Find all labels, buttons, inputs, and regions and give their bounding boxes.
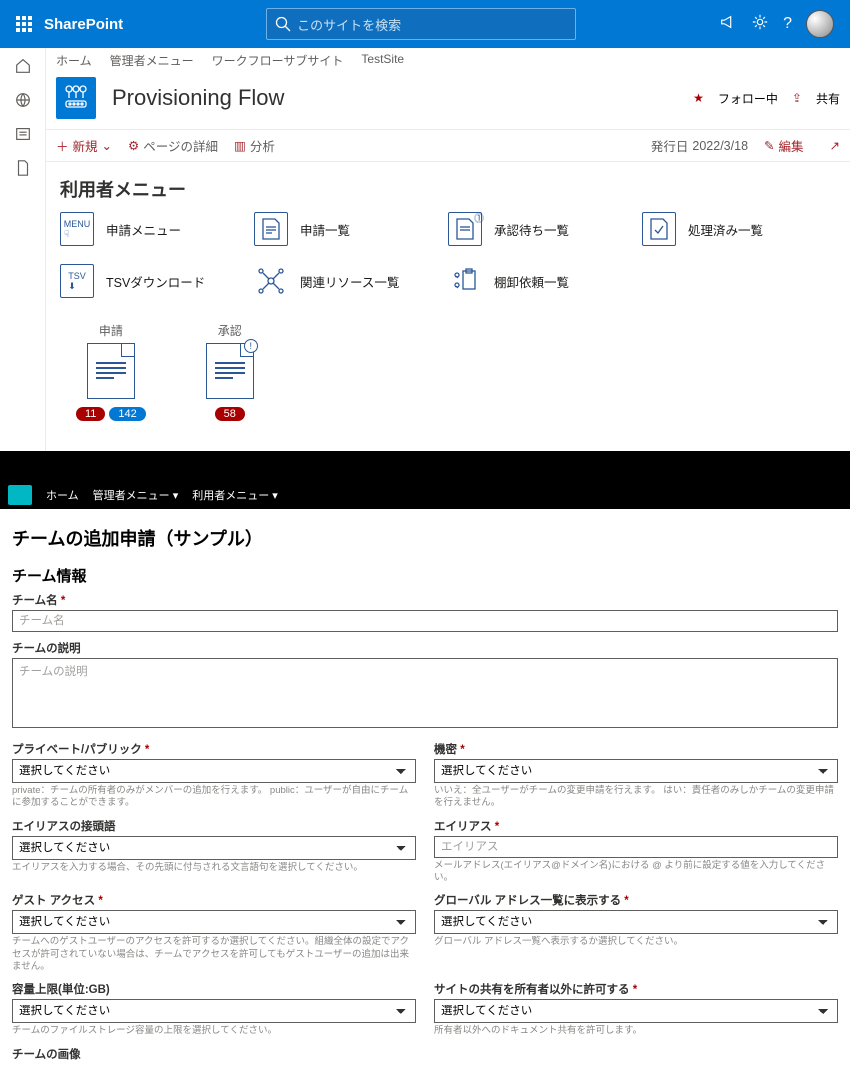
guest-help: チームへのゲストユーザーのアクセスを許可するか選択してください。組織全体の設定で… bbox=[12, 936, 416, 973]
privacy-select[interactable]: 選択してください bbox=[12, 759, 416, 783]
secret-select[interactable]: 選択してください bbox=[434, 759, 838, 783]
search-icon bbox=[275, 16, 291, 32]
gear-icon: ⚙ bbox=[128, 138, 139, 153]
pencil-icon: ✎ bbox=[764, 138, 774, 153]
guest-select[interactable]: 選択してください bbox=[12, 910, 416, 934]
new-button[interactable]: ＋ 新規 ⌄ bbox=[56, 136, 112, 155]
site-logo-small bbox=[8, 485, 32, 505]
gear-icon[interactable] bbox=[751, 13, 769, 36]
alias-help: メールアドレス(エイリアス@ドメイン名)における @ より前に設定する値を入力し… bbox=[434, 860, 838, 885]
crumb-admin-menu[interactable]: 管理者メニュー ▾ bbox=[93, 487, 179, 503]
secret-label: 機密 * bbox=[434, 741, 838, 757]
capacity-label: 容量上限(単位:GB) bbox=[12, 981, 416, 997]
menu-apply[interactable]: MENU☟申請メニュー bbox=[60, 212, 254, 246]
doc-icon bbox=[254, 212, 288, 246]
expand-icon[interactable]: ↗ bbox=[830, 138, 840, 153]
privacy-help: private：チームの所有者のみがメンバーの追加を行えます。 public：ユ… bbox=[12, 785, 416, 810]
star-icon: ★ bbox=[693, 91, 704, 105]
alias-label: エイリアス * bbox=[434, 818, 838, 834]
tsv-icon: TSV⬇ bbox=[60, 264, 94, 298]
app-launcher-icon[interactable] bbox=[8, 8, 40, 40]
doc-check-icon bbox=[642, 212, 676, 246]
follow-button[interactable]: フォロー中 bbox=[718, 90, 778, 107]
gal-label: グローバル アドレス一覧に表示する * bbox=[434, 892, 838, 908]
menu-apply-list[interactable]: 申請一覧 bbox=[254, 212, 448, 246]
alias-prefix-label: エイリアスの接頭語 bbox=[12, 818, 416, 834]
page-title: Provisioning Flow bbox=[112, 85, 284, 111]
alias-prefix-select[interactable]: 選択してください bbox=[12, 836, 416, 860]
breadcrumb: ホーム 管理者メニュー ワークフローサブサイト TestSite bbox=[46, 48, 850, 73]
crumb-workflow[interactable]: ワークフローサブサイト bbox=[212, 52, 344, 69]
gal-help: グローバル アドレス一覧へ表示するか選択してください。 bbox=[434, 936, 838, 948]
doc-alert-icon: ⓵ bbox=[448, 212, 482, 246]
globe-icon[interactable] bbox=[13, 90, 33, 110]
sharing-help: 所有者以外へのドキュメント共有を許可します。 bbox=[434, 1025, 838, 1037]
clipboard-icon bbox=[448, 264, 482, 298]
network-icon bbox=[254, 264, 288, 298]
brand: SharePoint bbox=[44, 16, 123, 33]
alert-icon: ! bbox=[244, 339, 258, 353]
sharing-select[interactable]: 選択してください bbox=[434, 999, 838, 1023]
crumb-testsite[interactable]: TestSite bbox=[361, 52, 404, 69]
menu-tsv[interactable]: TSV⬇TSVダウンロード bbox=[60, 264, 254, 298]
team-name-label: チーム名 * bbox=[12, 592, 838, 608]
share-button[interactable]: 共有 bbox=[816, 90, 840, 107]
plus-icon: ＋ bbox=[56, 136, 69, 155]
search-placeholder: このサイトを検索 bbox=[297, 15, 401, 34]
crumb-admin[interactable]: 管理者メニュー bbox=[110, 52, 194, 69]
tile-apply[interactable]: 申請 11 142 bbox=[76, 322, 146, 421]
tile-approve[interactable]: 承認 ! 58 bbox=[206, 322, 254, 421]
tile-card-icon bbox=[87, 343, 135, 399]
secret-help: いいえ：全ユーザーがチームの変更申請を行えます。 はい：責任者のみしかチームの変… bbox=[434, 785, 838, 810]
badge: 142 bbox=[109, 407, 145, 421]
menu-icon: MENU☟ bbox=[60, 212, 94, 246]
gal-select[interactable]: 選択してください bbox=[434, 910, 838, 934]
edit-button[interactable]: ✎ 編集 bbox=[764, 136, 804, 155]
search-input[interactable]: このサイトを検索 bbox=[266, 8, 576, 40]
capacity-help: チームのファイルストレージ容量の上限を選択してください。 bbox=[12, 1025, 416, 1037]
privacy-label: プライベート/パブリック * bbox=[12, 741, 416, 757]
alias-prefix-help: エイリアスを入力する場合、その先頭に付与される文言語句を選択してください。 bbox=[12, 862, 416, 874]
crumb-home[interactable]: ホーム bbox=[56, 52, 92, 69]
badge: 58 bbox=[215, 407, 245, 421]
team-desc-input[interactable] bbox=[12, 658, 838, 728]
help-icon[interactable]: ? bbox=[783, 15, 792, 33]
published-date: 2022/3/18 bbox=[692, 139, 748, 153]
badge: 11 bbox=[76, 407, 105, 421]
news-icon[interactable] bbox=[13, 124, 33, 144]
capacity-select[interactable]: 選択してください bbox=[12, 999, 416, 1023]
team-desc-label: チームの説明 bbox=[12, 640, 838, 656]
site-logo bbox=[56, 77, 96, 119]
image-label: チームの画像 bbox=[12, 1046, 838, 1062]
published-label: 発行日 bbox=[651, 136, 689, 155]
avatar[interactable] bbox=[806, 10, 834, 38]
alias-input[interactable] bbox=[434, 836, 838, 858]
crumb-home[interactable]: ホーム bbox=[46, 487, 79, 503]
page-details-button[interactable]: ⚙ ページの詳細 bbox=[128, 136, 218, 155]
form-title: チームの追加申請（サンプル） bbox=[12, 525, 838, 551]
file-icon[interactable] bbox=[13, 158, 33, 178]
menu-approve-wait[interactable]: ⓵承認待ち一覧 bbox=[448, 212, 642, 246]
megaphone-icon[interactable] bbox=[719, 13, 737, 36]
guest-label: ゲスト アクセス * bbox=[12, 892, 416, 908]
menu-processed[interactable]: 処理済み一覧 bbox=[642, 212, 836, 246]
chart-icon: ▥ bbox=[234, 138, 246, 153]
form-section: チーム情報 bbox=[12, 565, 838, 586]
menu-resources[interactable]: 関連リソース一覧 bbox=[254, 264, 448, 298]
tile-card-icon: ! bbox=[206, 343, 254, 399]
section-title: 利用者メニュー bbox=[46, 162, 850, 212]
menu-inventory[interactable]: 棚卸依頼一覧 bbox=[448, 264, 642, 298]
share-icon: ⇪ bbox=[792, 91, 802, 105]
analytics-button[interactable]: ▥ 分析 bbox=[234, 136, 275, 155]
sharing-label: サイトの共有を所有者以外に許可する * bbox=[434, 981, 838, 997]
crumb-user-menu[interactable]: 利用者メニュー ▾ bbox=[192, 487, 278, 503]
chevron-down-icon: ⌄ bbox=[102, 138, 112, 153]
team-name-input[interactable] bbox=[12, 610, 838, 632]
home-icon[interactable] bbox=[13, 56, 33, 76]
